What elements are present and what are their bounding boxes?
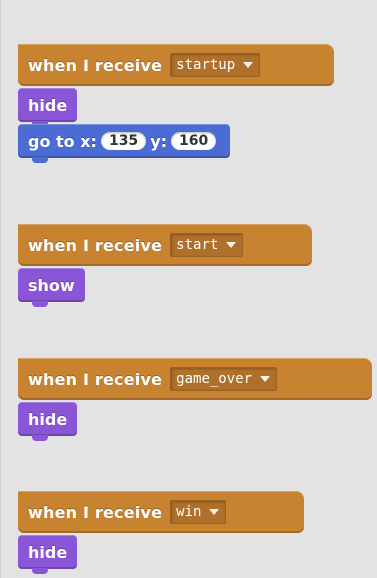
chevron-down-icon xyxy=(209,509,220,515)
block-label: hide xyxy=(28,542,68,562)
hat-block-label: when I receive xyxy=(28,55,163,75)
block-label-y: y: xyxy=(150,131,168,151)
hide-block[interactable]: hide xyxy=(18,88,78,127)
message-dropdown[interactable]: startup xyxy=(170,53,261,77)
hide-block[interactable]: hide xyxy=(18,535,78,574)
chevron-down-icon xyxy=(260,376,271,382)
message-dropdown[interactable]: start xyxy=(170,233,244,257)
script-startup[interactable]: when I receive startup hide go to x: 135… xyxy=(18,18,334,163)
chevron-down-icon xyxy=(226,242,237,248)
when-i-receive-hat-block[interactable]: when I receive win xyxy=(18,465,304,533)
hat-block-label: when I receive xyxy=(28,369,163,389)
message-value: startup xyxy=(176,57,236,73)
script-win[interactable]: when I receive win hide xyxy=(18,465,304,574)
block-label: hide xyxy=(28,409,68,429)
when-i-receive-hat-block[interactable]: when I receive startup xyxy=(18,18,334,86)
block-label: hide xyxy=(28,95,68,115)
when-i-receive-hat-block[interactable]: when I receive start xyxy=(18,198,312,266)
block-label: show xyxy=(28,275,75,295)
message-value: game_over xyxy=(176,371,253,387)
show-block[interactable]: show xyxy=(18,268,85,307)
scripts-area[interactable]: when I receive startup hide go to x: 135… xyxy=(0,0,377,578)
chevron-down-icon xyxy=(243,62,254,68)
hide-block[interactable]: hide xyxy=(18,402,78,441)
message-value: start xyxy=(176,237,219,253)
y-input[interactable]: 160 xyxy=(171,132,217,150)
message-dropdown[interactable]: game_over xyxy=(170,367,278,391)
go-to-xy-block[interactable]: go to x: 135 y: 160 xyxy=(18,124,231,163)
hat-block-label: when I receive xyxy=(28,502,163,522)
script-start[interactable]: when I receive start show xyxy=(18,198,312,307)
when-i-receive-hat-block[interactable]: when I receive game_over xyxy=(18,332,372,400)
hat-block-label: when I receive xyxy=(28,235,163,255)
block-label: go to x: xyxy=(28,131,97,151)
message-dropdown[interactable]: win xyxy=(170,500,227,524)
script-game-over[interactable]: when I receive game_over hide xyxy=(18,332,372,441)
x-input[interactable]: 135 xyxy=(100,132,147,150)
message-value: win xyxy=(176,504,202,520)
